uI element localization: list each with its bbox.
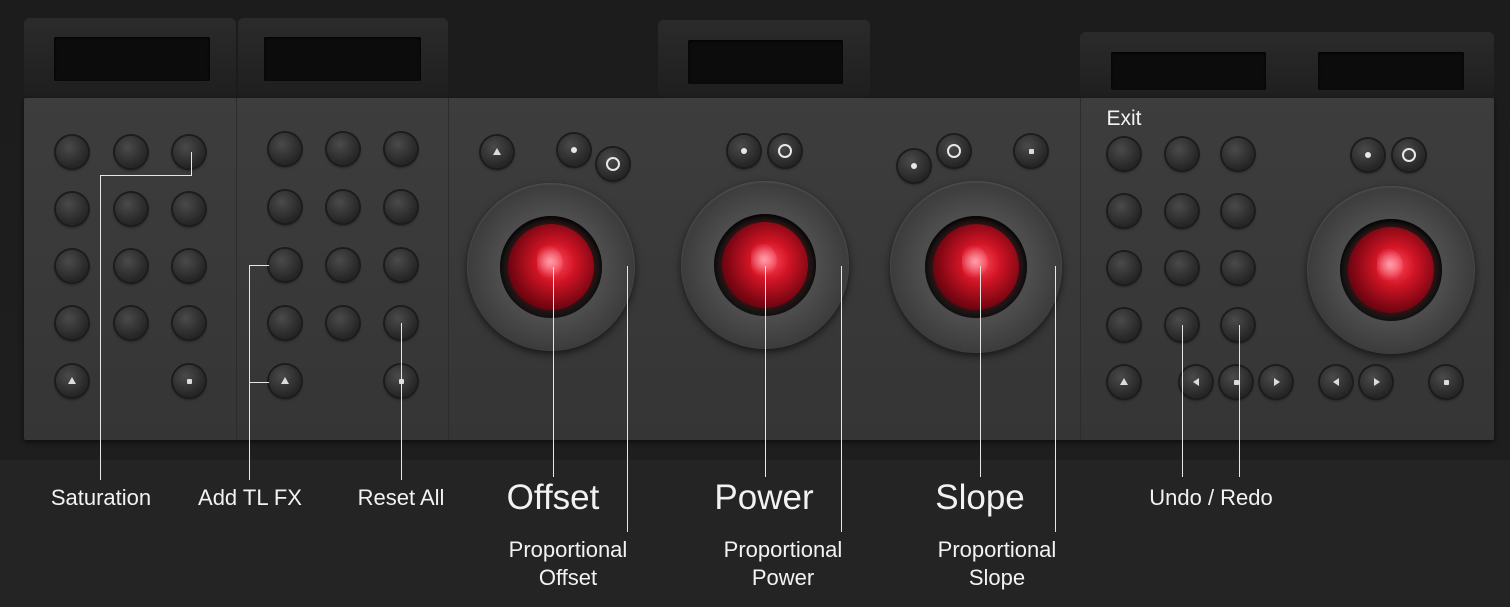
power-label: Power bbox=[714, 478, 814, 517]
add-tl-fx-button[interactable] bbox=[269, 249, 301, 281]
panel-button[interactable] bbox=[1222, 252, 1254, 284]
proportional-slope-callout-line bbox=[1055, 266, 1056, 532]
slope-label: Slope bbox=[935, 478, 1025, 517]
panel-button[interactable] bbox=[385, 133, 417, 165]
reset-all-callout-line bbox=[401, 323, 402, 480]
panel-button[interactable] bbox=[56, 250, 88, 282]
panel-button[interactable] bbox=[173, 307, 205, 339]
up-arrow-button[interactable] bbox=[481, 136, 513, 168]
panel-button[interactable] bbox=[115, 193, 147, 225]
panel-button[interactable] bbox=[115, 307, 147, 339]
up-arrow-button[interactable] bbox=[269, 365, 301, 397]
proportional-slope-label: Proportional Slope bbox=[938, 536, 1057, 592]
panel-button[interactable] bbox=[1222, 195, 1254, 227]
panel-seam-3 bbox=[1080, 98, 1081, 440]
lcd-display-3 bbox=[688, 40, 843, 84]
panel-button[interactable] bbox=[56, 193, 88, 225]
lcd-display-1 bbox=[54, 37, 210, 81]
offset-label: Offset bbox=[506, 478, 600, 517]
dot-button[interactable] bbox=[1352, 139, 1384, 171]
square-button[interactable] bbox=[1430, 366, 1462, 398]
exit-label: Exit bbox=[1106, 107, 1142, 130]
proportional-slope-line1: Proportional bbox=[937, 537, 1057, 562]
offset-trackball[interactable] bbox=[508, 224, 594, 310]
panel-button[interactable] bbox=[1222, 138, 1254, 170]
panel-seam-1 bbox=[236, 98, 237, 440]
panel-button[interactable] bbox=[327, 191, 359, 223]
dot-button[interactable] bbox=[898, 150, 930, 182]
offset-callout-line bbox=[553, 267, 554, 477]
proportional-offset-label: Proportional Offset bbox=[509, 536, 628, 592]
proportional-offset-line2: Offset bbox=[538, 565, 598, 590]
control-panel-diagram: Exit Saturation Add TL FX Reset All Offs… bbox=[0, 0, 1510, 607]
add-tl-fx-label: Add TL FX bbox=[198, 485, 302, 510]
proportional-offset-line1: Proportional bbox=[508, 537, 628, 562]
undo-callout-line bbox=[1182, 325, 1183, 477]
panel-seam-2 bbox=[448, 98, 449, 440]
panel-button[interactable] bbox=[173, 250, 205, 282]
panel-button[interactable] bbox=[56, 136, 88, 168]
saturation-callout-line bbox=[100, 175, 101, 480]
proportional-power-callout-line bbox=[841, 266, 842, 532]
panel-button[interactable] bbox=[385, 191, 417, 223]
undo-redo-label: Undo / Redo bbox=[1149, 485, 1273, 510]
proportional-power-line2: Power bbox=[751, 565, 815, 590]
panel-button[interactable] bbox=[173, 193, 205, 225]
lcd-display-5 bbox=[1318, 52, 1464, 90]
saturation-label: Saturation bbox=[50, 485, 152, 510]
ring-button[interactable] bbox=[1393, 139, 1425, 171]
power-callout-line bbox=[765, 266, 766, 477]
saturation-callout-line bbox=[191, 152, 192, 176]
square-button[interactable] bbox=[1220, 366, 1252, 398]
square-button[interactable] bbox=[1015, 135, 1047, 167]
proportional-power-label: Proportional Power bbox=[724, 536, 843, 592]
panel-button[interactable] bbox=[1166, 252, 1198, 284]
panel-button[interactable] bbox=[269, 191, 301, 223]
proportional-power-line1: Proportional bbox=[723, 537, 843, 562]
ring-button[interactable] bbox=[597, 148, 629, 180]
panel-button[interactable] bbox=[1108, 195, 1140, 227]
proportional-offset-callout-line bbox=[627, 266, 628, 532]
panel-button[interactable] bbox=[327, 133, 359, 165]
square-button[interactable] bbox=[173, 365, 205, 397]
panel-button[interactable] bbox=[269, 307, 301, 339]
lift-trackball[interactable] bbox=[1348, 227, 1434, 313]
add-tl-fx-callout-line bbox=[249, 382, 269, 383]
ring-button[interactable] bbox=[769, 135, 801, 167]
saturation-button[interactable] bbox=[173, 136, 205, 168]
reset-all-label: Reset All bbox=[357, 485, 445, 510]
add-tl-fx-callout-line bbox=[249, 265, 269, 266]
ring-button[interactable] bbox=[938, 135, 970, 167]
panel-button[interactable] bbox=[1166, 195, 1198, 227]
left-arrow-button[interactable] bbox=[1180, 366, 1212, 398]
redo-button[interactable] bbox=[1222, 309, 1254, 341]
panel-button[interactable] bbox=[56, 307, 88, 339]
right-arrow-button[interactable] bbox=[1260, 366, 1292, 398]
panel-button[interactable] bbox=[327, 307, 359, 339]
saturation-callout-line bbox=[100, 175, 191, 176]
panel-button[interactable] bbox=[1108, 252, 1140, 284]
exit-button[interactable] bbox=[1108, 138, 1140, 170]
panel-button[interactable] bbox=[115, 250, 147, 282]
slope-trackball[interactable] bbox=[933, 224, 1019, 310]
up-arrow-button[interactable] bbox=[1108, 366, 1140, 398]
lcd-display-4 bbox=[1111, 52, 1266, 90]
redo-callout-line bbox=[1239, 325, 1240, 477]
slope-callout-line bbox=[980, 266, 981, 477]
panel-button[interactable] bbox=[1166, 138, 1198, 170]
left-arrow-button[interactable] bbox=[1320, 366, 1352, 398]
panel-button[interactable] bbox=[269, 133, 301, 165]
right-arrow-button[interactable] bbox=[1360, 366, 1392, 398]
up-arrow-button[interactable] bbox=[56, 365, 88, 397]
lcd-display-2 bbox=[264, 37, 421, 81]
proportional-slope-line2: Slope bbox=[968, 565, 1026, 590]
dot-button[interactable] bbox=[558, 134, 590, 166]
add-tl-fx-callout-line bbox=[249, 265, 250, 480]
dot-button[interactable] bbox=[728, 135, 760, 167]
panel-button[interactable] bbox=[327, 249, 359, 281]
panel-button[interactable] bbox=[1108, 309, 1140, 341]
panel-button[interactable] bbox=[385, 249, 417, 281]
panel-button[interactable] bbox=[115, 136, 147, 168]
